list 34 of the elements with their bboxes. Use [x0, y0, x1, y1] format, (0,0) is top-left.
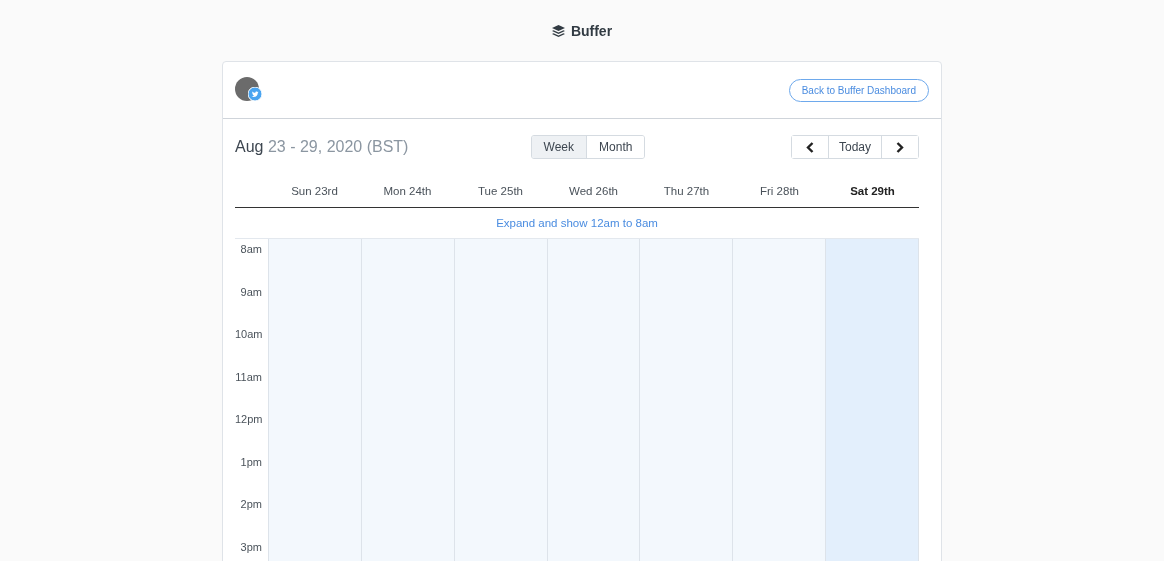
day-column[interactable]	[639, 239, 733, 561]
day-header: Fri 28th	[760, 185, 799, 197]
back-to-dashboard-button[interactable]: Back to Buffer Dashboard	[788, 78, 929, 102]
chevron-right-icon	[896, 141, 904, 153]
hour-label: 10am	[235, 328, 263, 340]
day-header: Tue 25th	[478, 185, 523, 197]
view-tab[interactable]: Month	[586, 136, 645, 158]
hour-label: 12pm	[235, 413, 263, 425]
brand-name: Buffer	[570, 22, 613, 39]
day-header: Mon 24th	[383, 185, 432, 197]
day-header: Sat 29th	[850, 185, 895, 197]
hour-label: 1pm	[240, 455, 262, 468]
hour-label: 2pm	[240, 498, 262, 510]
hour-label: 11am	[235, 370, 262, 383]
day-column[interactable]	[268, 239, 361, 561]
view-tab[interactable]: Week	[531, 136, 587, 158]
month-label: Aug	[235, 138, 264, 155]
day-header: Wed 26th	[569, 185, 618, 197]
day-header: Thu 27th	[663, 185, 710, 197]
chevron-left-icon	[806, 141, 814, 153]
date-range: 23 - 29, 2020 (BST)	[267, 138, 409, 155]
today-button[interactable]: Today	[828, 136, 882, 158]
bird-icon	[248, 87, 262, 101]
layers-icon	[551, 24, 565, 37]
day-column[interactable]	[546, 239, 640, 561]
hour-label: 3pm	[240, 540, 262, 553]
expand-link[interactable]: Expand and show 12am to 8am	[496, 217, 658, 229]
day-column[interactable]	[360, 239, 454, 561]
day-column[interactable]	[825, 239, 919, 561]
day-header: Sun 23rd	[291, 185, 338, 197]
day-column[interactable]	[732, 239, 826, 561]
day-column[interactable]	[453, 239, 547, 561]
hour-label: 9am	[240, 285, 262, 298]
hour-label: 8am	[240, 243, 262, 255]
